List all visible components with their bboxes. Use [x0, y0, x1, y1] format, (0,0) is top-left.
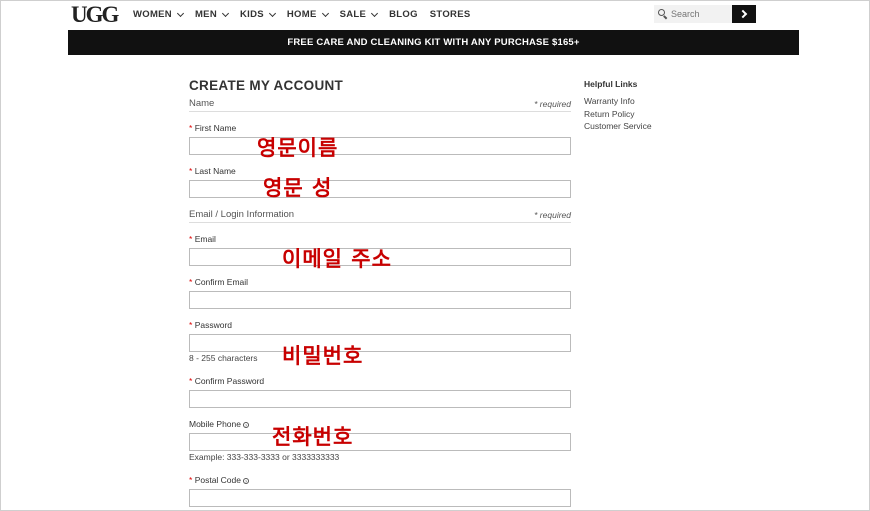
nav-men[interactable]: MEN [194, 9, 230, 20]
email-label-text: Email [194, 234, 216, 244]
main-nav: WOMEN MEN KIDS HOME SALE BLOG STORES [133, 9, 483, 20]
mobile-phone-hint: Example: 333-333-3333 or 3333333333 [189, 452, 340, 462]
promo-banner[interactable]: FREE CARE AND CLEANING KIT WITH ANY PURC… [68, 30, 799, 55]
last-name-label-text: Last Name [194, 166, 236, 176]
search-box [654, 5, 732, 23]
nav-home-label: HOME [286, 9, 317, 20]
nav-home[interactable]: HOME [286, 9, 329, 20]
link-return-policy[interactable]: Return Policy [584, 108, 652, 121]
helpful-links: Helpful Links Warranty Info Return Polic… [584, 79, 652, 133]
nav-blog[interactable]: BLOG [389, 9, 418, 20]
required-star: * [189, 320, 193, 330]
link-warranty-info[interactable]: Warranty Info [584, 95, 652, 108]
first-name-field[interactable] [189, 137, 571, 155]
info-icon[interactable]: ? [243, 477, 249, 484]
postal-code-label: * Postal Code? [189, 475, 249, 485]
required-note: * required [534, 210, 571, 220]
nav-sale-label: SALE [339, 9, 367, 20]
section-title-name: Name [189, 98, 215, 109]
page-title: CREATE MY ACCOUNT [189, 78, 344, 93]
confirm-password-field[interactable] [189, 390, 571, 408]
first-name-label: * First Name [189, 123, 236, 133]
mobile-phone-label: Mobile Phone? [189, 419, 249, 429]
search-input[interactable] [671, 9, 731, 19]
arrow-right-icon [738, 9, 747, 19]
annotation-password: 비밀번호 [282, 344, 364, 368]
section-title-email: Email / Login Information [189, 209, 295, 220]
search-submit-button[interactable] [732, 5, 756, 23]
nav-women-label: WOMEN [133, 9, 172, 20]
required-star: * [189, 277, 193, 287]
required-star: * [189, 475, 193, 485]
helpful-links-title: Helpful Links [584, 79, 638, 89]
ugg-logo[interactable]: UGG [71, 2, 119, 28]
nav-stores-label: STORES [429, 9, 471, 20]
password-label-text: Password [194, 320, 233, 330]
nav-men-label: MEN [194, 9, 217, 20]
nav-kids-label: KIDS [239, 9, 264, 20]
chevron-down-icon [176, 9, 185, 17]
last-name-label: * Last Name [189, 166, 236, 176]
required-star: * [189, 234, 193, 244]
annotation-email: 이메일 주소 [282, 247, 392, 271]
email-label: * Email [189, 234, 216, 244]
last-name-field[interactable] [189, 180, 571, 198]
section-name: Name * required [189, 98, 571, 112]
required-star: * [189, 123, 193, 133]
confirm-email-label: * Confirm Email [189, 277, 248, 287]
first-name-label-text: First Name [194, 123, 237, 133]
nav-women[interactable]: WOMEN [133, 9, 185, 20]
annotation-last-name: 영문 성 [263, 176, 333, 200]
nav-kids[interactable]: KIDS [239, 9, 276, 20]
confirm-password-label-text: Confirm Password [194, 376, 265, 386]
required-star: * [189, 166, 193, 176]
postal-code-label-text: Postal Code [194, 475, 241, 485]
required-note: * required [534, 99, 571, 109]
chevron-down-icon [221, 9, 230, 17]
search-icon [658, 9, 668, 20]
postal-code-field[interactable] [189, 489, 571, 507]
annotation-phone: 전화번호 [272, 425, 354, 449]
confirm-email-field[interactable] [189, 291, 571, 309]
info-icon[interactable]: ? [242, 421, 249, 428]
nav-blog-label: BLOG [389, 9, 418, 20]
password-hint: 8 - 255 characters [189, 353, 258, 363]
nav-sale[interactable]: SALE [339, 9, 379, 20]
site-header: UGG WOMEN MEN KIDS HOME SALE BLOG STORES [68, 0, 799, 30]
annotation-first-name: 영문이름 [257, 136, 339, 160]
chevron-down-icon [371, 9, 379, 17]
chevron-down-icon [321, 9, 329, 17]
nav-stores[interactable]: STORES [430, 9, 471, 20]
mobile-phone-label-text: Mobile Phone [189, 419, 241, 429]
confirm-email-label-text: Confirm Email [194, 277, 249, 287]
password-field[interactable] [189, 334, 571, 352]
section-email: Email / Login Information * required [189, 209, 571, 223]
confirm-password-label: * Confirm Password [189, 376, 264, 386]
required-star: * [189, 376, 193, 386]
mobile-phone-field[interactable] [189, 433, 571, 451]
link-customer-service[interactable]: Customer Service [584, 120, 652, 133]
password-label: * Password [189, 320, 232, 330]
chevron-down-icon [268, 9, 276, 17]
